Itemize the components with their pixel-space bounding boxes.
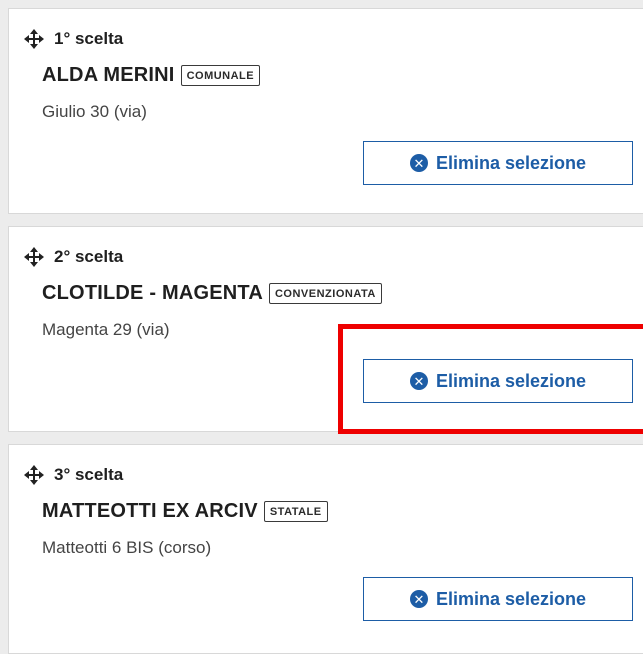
choice-card-1: 1° scelta ALDA MERINI COMUNALE Giulio 30… — [8, 8, 643, 214]
choice-label: 3° scelta — [54, 465, 124, 484]
school-address: Giulio 30 (via) — [42, 102, 147, 121]
delete-selection-label: Elimina selezione — [435, 588, 587, 609]
school-name: CLOTILDE - MAGENTA — [42, 282, 263, 304]
move-arrows-icon[interactable] — [24, 29, 44, 49]
school-row: CLOTILDE - MAGENTA CONVENZIONATA — [42, 282, 382, 305]
school-name: ALDA MERINI — [42, 64, 175, 86]
school-type-badge: STATALE — [263, 501, 328, 522]
choice-card-2: 2° scelta CLOTILDE - MAGENTA CONVENZIONA… — [8, 226, 643, 432]
choice-card-3: 3° scelta MATTEOTTI EX ARCIV STATALE Mat… — [8, 444, 643, 654]
choice-label: 1° scelta — [54, 29, 124, 48]
school-address: Magenta 29 (via) — [42, 320, 170, 339]
delete-selection-button[interactable]: ✕ Elimina selezione — [363, 141, 633, 185]
close-circle-icon: ✕ — [409, 372, 428, 390]
school-row: MATTEOTTI EX ARCIV STATALE — [42, 500, 328, 523]
delete-selection-button[interactable]: ✕ Elimina selezione — [363, 359, 633, 403]
choice-header: 1° scelta — [24, 29, 123, 49]
school-address: Matteotti 6 BIS (corso) — [42, 538, 212, 557]
delete-selection-button[interactable]: ✕ Elimina selezione — [363, 577, 633, 621]
close-circle-icon: ✕ — [409, 154, 428, 172]
delete-selection-label: Elimina selezione — [435, 152, 587, 173]
school-row: ALDA MERINI COMUNALE — [42, 64, 261, 87]
close-circle-icon: ✕ — [409, 590, 428, 608]
school-name: MATTEOTTI EX ARCIV — [42, 500, 258, 522]
move-arrows-icon[interactable] — [24, 465, 44, 485]
move-arrows-icon[interactable] — [24, 247, 44, 267]
school-type-badge: COMUNALE — [180, 65, 261, 86]
choice-header: 2° scelta — [24, 247, 123, 267]
choice-label: 2° scelta — [54, 247, 124, 266]
school-type-badge: CONVENZIONATA — [268, 283, 382, 304]
delete-selection-label: Elimina selezione — [435, 370, 587, 391]
choice-header: 3° scelta — [24, 465, 123, 485]
